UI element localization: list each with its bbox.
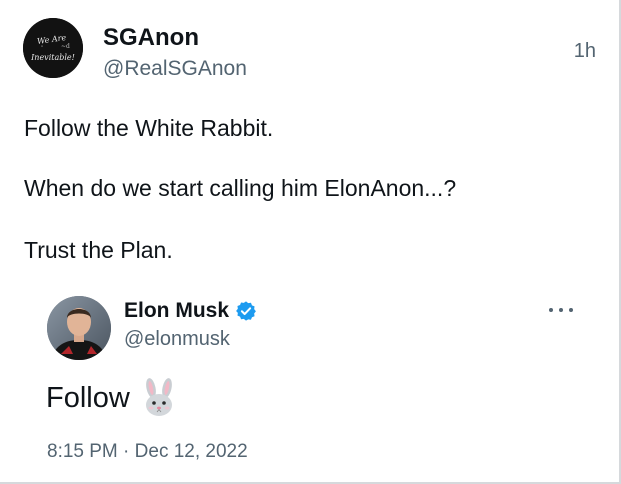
tweet-timestamp[interactable]: 1h [574, 40, 596, 63]
tweet-screenshot: We Are " ~d Inevitable! SGAnon @RealSGAn… [0, 0, 621, 484]
more-options-icon[interactable] [549, 302, 573, 318]
quoted-author-handle[interactable]: @elonmusk [124, 328, 230, 351]
quoted-author-row: Elon Musk [124, 299, 257, 323]
quoted-tweet-time[interactable]: 8:15 PM [47, 441, 118, 462]
quoted-tweet-text: Follow [46, 381, 130, 414]
dot [569, 308, 573, 312]
quoted-author-name[interactable]: Elon Musk [124, 299, 229, 323]
rabbit-face-icon [142, 378, 176, 418]
dot [549, 308, 553, 312]
verified-badge-icon [235, 300, 257, 322]
author-handle[interactable]: @RealSGAnon [103, 57, 247, 81]
dot [559, 308, 563, 312]
tweet-text-line: Follow the White Rabbit. [24, 115, 274, 141]
avatar-logo-mark-2: ~d [61, 43, 70, 50]
author-avatar[interactable]: We Are " ~d Inevitable! [23, 18, 83, 78]
quoted-tweet-date[interactable]: Dec 12, 2022 [135, 441, 248, 462]
avatar-logo-mark: " [41, 45, 43, 51]
tweet-text-line: Trust the Plan. [24, 237, 173, 263]
quoted-tweet-meta: 8:15 PM · Dec 12, 2022 [47, 441, 248, 463]
author-name[interactable]: SGAnon [103, 24, 199, 52]
meta-separator: · [123, 441, 130, 462]
avatar-logo-text-bottom: Inevitable! [30, 53, 75, 62]
quoted-author-avatar[interactable] [47, 296, 111, 360]
tweet-text-line: When do we start calling him ElonAnon...… [24, 175, 457, 201]
quoted-tweet-body: Follow [46, 378, 176, 418]
